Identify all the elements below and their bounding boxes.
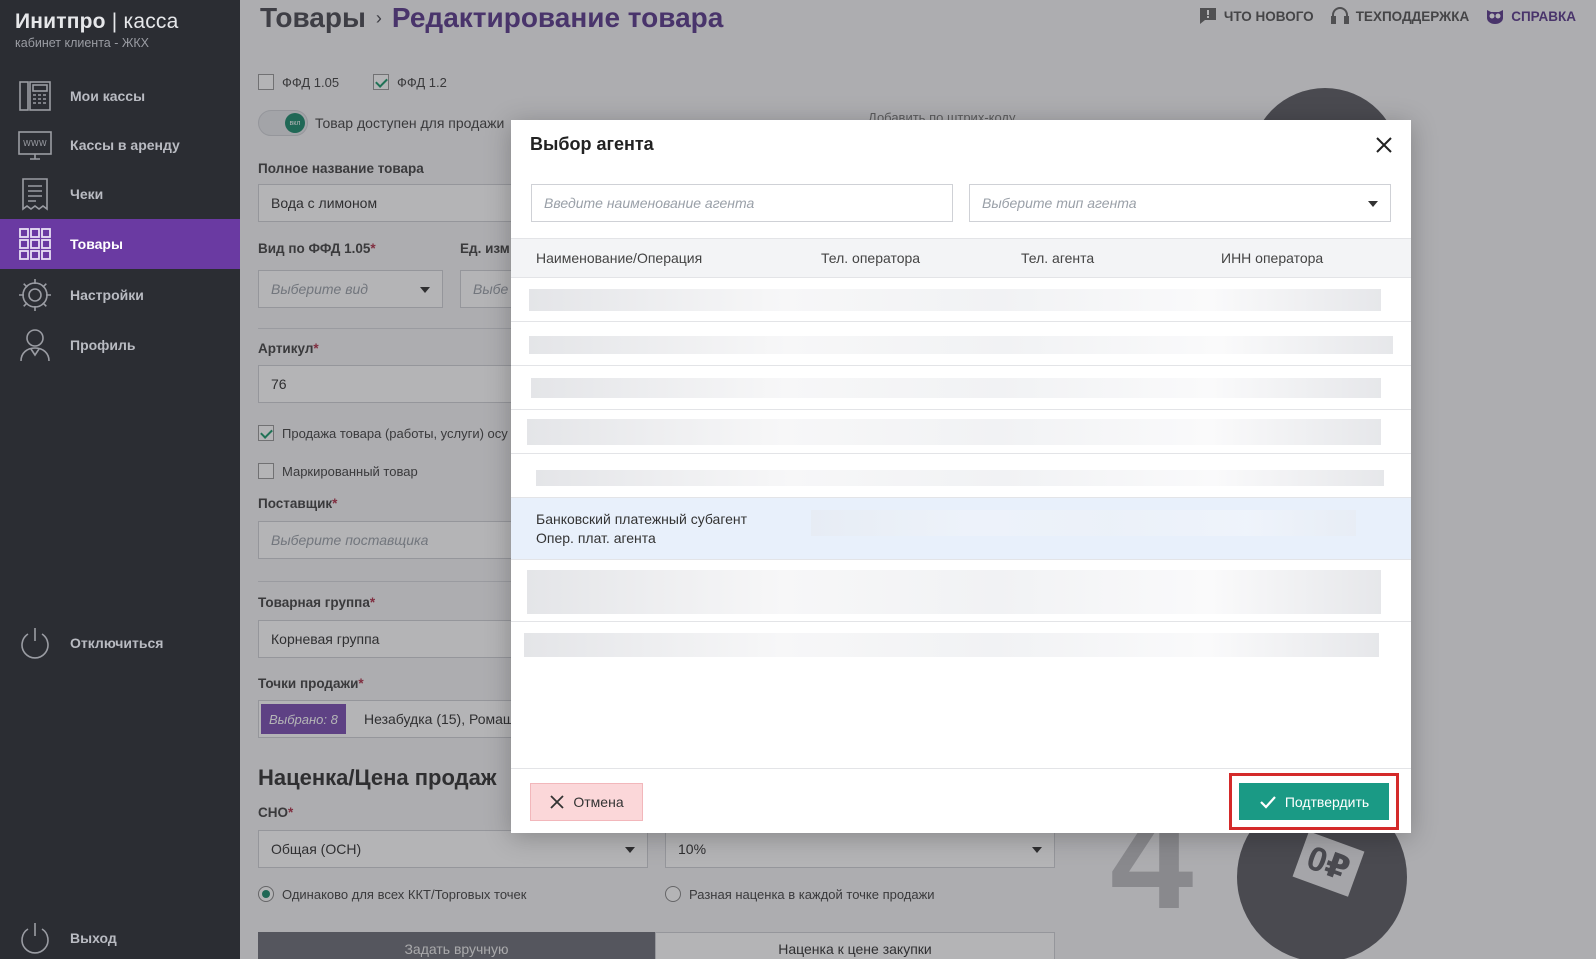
caret-down-icon	[1368, 201, 1378, 207]
power-icon	[17, 625, 53, 661]
close-button[interactable]	[1371, 132, 1397, 158]
power-icon	[17, 920, 53, 956]
blurred-cell	[527, 419, 1381, 445]
table-row[interactable]	[511, 410, 1411, 454]
blurred-cell	[536, 470, 1384, 486]
sidebar-item-my-kassy[interactable]: Мои кассы	[0, 71, 240, 121]
brand-logo[interactable]: Инитпро | касса кабинет клиента - ЖКХ	[15, 10, 178, 50]
brand-subtitle: кабинет клиента - ЖКХ	[15, 36, 150, 50]
agent-name-cell: Банковский платежный субагент Опер. плат…	[536, 511, 748, 546]
www-monitor-icon: WWW	[17, 127, 53, 163]
sidebar-item-label: Чеки	[70, 186, 104, 202]
sidebar-item-settings[interactable]: Настройки	[0, 270, 240, 320]
svg-text:WWW: WWW	[23, 139, 47, 148]
sidebar-item-label: Настройки	[70, 287, 144, 303]
modal-title: Выбор агента	[530, 134, 654, 154]
agent-select-modal: Выбор агента Введите наименование агента…	[511, 120, 1411, 833]
column-header[interactable]: Тел. агента	[1021, 250, 1094, 266]
disconnect-button[interactable]: Отключиться	[0, 618, 240, 668]
brand-title: Инитпро | касса	[15, 10, 179, 33]
table-row[interactable]	[511, 366, 1411, 410]
table-row-selected[interactable]: Банковский платежный субагент Опер. плат…	[511, 498, 1411, 560]
blurred-cell	[811, 510, 1356, 536]
sidebar-item-label: Мои кассы	[70, 88, 146, 104]
table-row[interactable]	[511, 560, 1411, 622]
blurred-cell	[529, 336, 1393, 354]
sidebar: Инитпро | касса кабинет клиента - ЖКХ Мо…	[0, 0, 240, 959]
sidebar-item-label: Товары	[70, 236, 123, 252]
agent-type-select[interactable]: Выберите тип агента	[969, 184, 1391, 222]
receipt-icon	[17, 176, 53, 212]
sidebar-item-rent[interactable]: WWW Кассы в аренду	[0, 120, 240, 170]
sidebar-item-label: Кассы в аренду	[70, 137, 180, 153]
table-row[interactable]	[511, 622, 1411, 666]
confirm-button[interactable]: Подтвердить	[1239, 783, 1389, 820]
logout-label: Выход	[70, 930, 117, 946]
agent-name-input[interactable]: Введите наименование агента	[531, 184, 953, 222]
sidebar-item-profile[interactable]: Профиль	[0, 320, 240, 370]
sidebar-item-goods[interactable]: Товары	[0, 219, 240, 269]
disconnect-label: Отключиться	[70, 635, 164, 651]
table-header: Наименование/Операция Тел. оператора Тел…	[511, 238, 1411, 278]
column-header[interactable]: Наименование/Операция	[536, 250, 702, 266]
table-row[interactable]	[511, 278, 1411, 322]
cash-register-icon	[17, 78, 53, 114]
column-header[interactable]: Тел. оператора	[821, 250, 920, 266]
cancel-button[interactable]: Отмена	[530, 783, 643, 821]
sidebar-item-label: Профиль	[70, 337, 136, 353]
user-icon	[17, 327, 53, 363]
confirm-highlight: Подтвердить	[1229, 773, 1399, 830]
check-icon	[1260, 795, 1276, 809]
column-header[interactable]: ИНН оператора	[1221, 250, 1323, 266]
grid-icon	[17, 226, 53, 262]
close-icon	[550, 795, 565, 809]
gear-icon	[17, 277, 53, 313]
blurred-cell	[529, 289, 1381, 311]
blurred-cell	[527, 570, 1381, 614]
sidebar-item-checks[interactable]: Чеки	[0, 169, 240, 219]
table-row[interactable]	[511, 454, 1411, 498]
blurred-cell	[524, 633, 1379, 657]
logout-button[interactable]: Выход	[0, 913, 240, 959]
table-row[interactable]	[511, 322, 1411, 366]
blurred-cell	[531, 378, 1381, 398]
close-icon	[1376, 137, 1392, 153]
modal-footer: Отмена Подтвердить	[511, 768, 1411, 833]
